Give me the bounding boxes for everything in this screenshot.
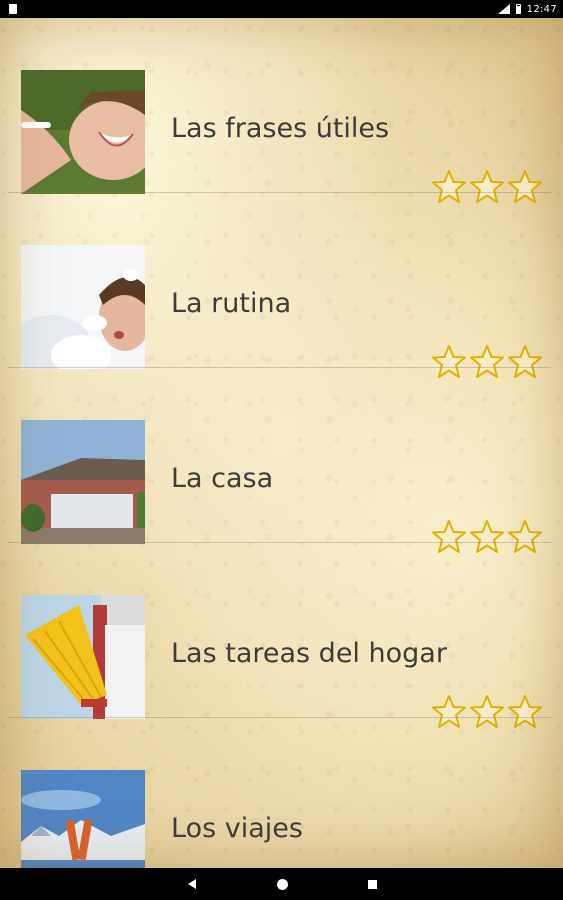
lesson-thumbnail: [21, 770, 145, 868]
recents-button[interactable]: [352, 868, 392, 900]
lesson-title: Las tareas del hogar: [171, 638, 447, 669]
lesson-title: La rutina: [171, 288, 292, 319]
lesson-thumbnail: [21, 420, 145, 544]
lesson-item-casa[interactable]: La casa: [0, 368, 563, 553]
status-bar: 12:47: [0, 0, 563, 18]
battery-icon: [515, 4, 521, 14]
back-icon: [188, 879, 196, 889]
signal-icon: [497, 4, 510, 14]
lesson-title: Los viajes: [171, 813, 303, 844]
sim-card-icon: [9, 4, 17, 14]
lesson-thumbnail: [21, 245, 145, 369]
back-button[interactable]: [172, 868, 212, 900]
lesson-title: La casa: [171, 463, 274, 494]
lesson-thumbnail: [21, 595, 145, 719]
lesson-item-rutina[interactable]: La rutina: [0, 193, 563, 378]
status-indicators: 12:47: [497, 0, 557, 18]
lesson-item-viajes[interactable]: Los viajes: [0, 718, 563, 868]
home-button[interactable]: [262, 868, 302, 900]
clock: 12:47: [526, 3, 557, 15]
lesson-thumbnail: [21, 70, 145, 194]
lesson-item-tareas[interactable]: Las tareas del hogar: [0, 543, 563, 728]
recents-icon: [367, 879, 377, 889]
navigation-bar: [0, 868, 563, 900]
lesson-title: Las frases útiles: [171, 113, 390, 144]
home-icon: [276, 878, 288, 890]
lesson-item-frases[interactable]: Las frases útiles: [0, 18, 563, 203]
lesson-list[interactable]: Las frases útiles La rutina La casa Las …: [0, 18, 563, 868]
